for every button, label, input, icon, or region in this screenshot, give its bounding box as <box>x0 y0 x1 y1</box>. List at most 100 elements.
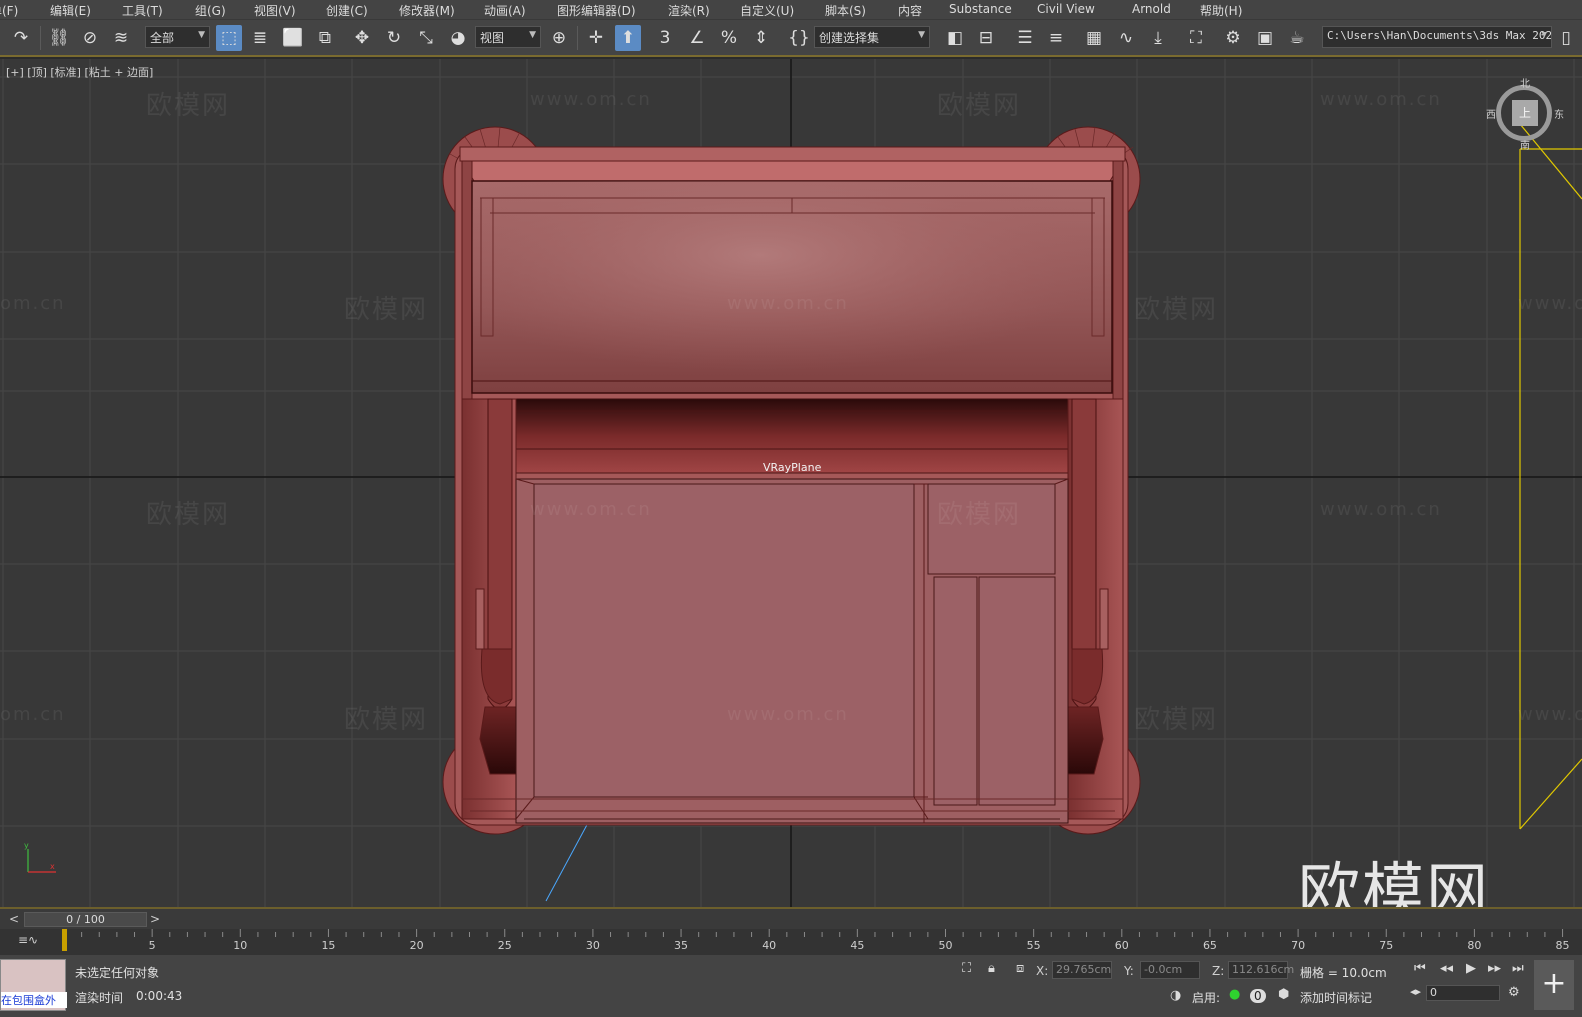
keyboard-shortcut-override-icon[interactable]: ⬆ <box>615 25 641 51</box>
selection-lock-icon[interactable]: 🔒︎ <box>988 961 995 976</box>
render-time-value: 0:00:43 <box>136 989 183 1003</box>
adaptive-degradation-icon[interactable]: ◑ <box>1170 988 1181 1003</box>
selection-filter-dropdown[interactable]: 全部 ▼ <box>145 26 210 48</box>
absolute-offset-icon[interactable]: ⧈ <box>1016 961 1024 976</box>
menu-help[interactable]: 帮助(H) <box>1200 2 1242 19</box>
watermark: 欧模网 <box>1134 705 1219 735</box>
select-object-icon[interactable]: ⬚ <box>216 25 242 51</box>
current-frame-field[interactable]: 0 <box>1426 985 1500 1001</box>
chevron-down-icon: ▼ <box>918 30 925 40</box>
project-path-dropdown[interactable]: C:\Users\Han\Documents\3ds Max 2022 ▼ <box>1322 26 1552 48</box>
align-icon[interactable]: ⊟ <box>973 25 999 51</box>
menu-arnold[interactable]: Arnold <box>1132 2 1171 16</box>
viewcube-face-top[interactable]: 上 <box>1512 100 1538 126</box>
isolate-selection-icon[interactable]: ⛶ <box>962 961 971 976</box>
track-bar[interactable]: ≡∿ 0510152025303540455055606570758085 <box>0 929 1582 955</box>
menu-customize[interactable]: 自定义(U) <box>740 2 794 19</box>
rect-selection-region-icon[interactable]: ⬜ <box>280 25 306 51</box>
previous-frame-icon[interactable]: ◂◂ <box>1440 961 1453 976</box>
z-coord-label: Z: <box>1212 964 1225 978</box>
timeline-tick-label: 70 <box>1291 939 1305 952</box>
mirror-icon[interactable]: ◧ <box>942 25 968 51</box>
named-selection-dropdown[interactable]: 创建选择集 ▼ <box>814 26 930 48</box>
next-frame-icon[interactable]: ▸▸ <box>1488 961 1501 976</box>
unlink-icon[interactable]: ⊘ <box>77 25 103 51</box>
named-selection-value: 创建选择集 <box>819 31 880 45</box>
menu-tools[interactable]: 工具(T) <box>122 2 163 19</box>
menu-substance[interactable]: Substance <box>949 2 1012 16</box>
layer-explorer-icon[interactable]: ☰ <box>1012 25 1038 51</box>
link-icon[interactable]: ⛓ <box>46 25 72 51</box>
window-crossing-icon[interactable]: ⧉ <box>312 25 338 51</box>
main-toolbar: ↷ ⛓ ⊘ ≋ 全部 ▼ ⬚ ≣ ⬜ ⧉ ✥ ↻ ⤡ ◕ 视图 ▼ ⊕ ✛ ⬆ 3 … <box>0 20 1582 57</box>
watermark: www.om.cn <box>727 704 849 725</box>
maxscript-listener-thumb[interactable]: 在包围盒外 <box>0 959 67 1011</box>
rendered-frame-window-icon[interactable]: ▣ <box>1252 25 1278 51</box>
mini-curve-editor-icon[interactable]: ≡∿ <box>18 933 38 947</box>
compass-east: 东 <box>1554 110 1564 121</box>
add-button[interactable]: + <box>1534 960 1574 1010</box>
set-project-folder-icon[interactable]: ▯ <box>1556 25 1576 51</box>
viewport-top[interactable]: y x [+] [顶] [标准] [粘土 + 边面] 欧模网 www.om.cn… <box>0 59 1582 907</box>
percent-snap-icon[interactable]: % <box>716 25 742 51</box>
angle-snap-icon[interactable]: ∠ <box>684 25 710 51</box>
move-icon[interactable]: ✥ <box>349 25 375 51</box>
select-manipulate-icon[interactable]: ✛ <box>583 25 609 51</box>
snaps-toggle-icon[interactable]: 3 <box>652 25 678 51</box>
menu-rendering[interactable]: 渲染(R) <box>668 2 710 19</box>
spinner-snap-icon[interactable]: ⇕ <box>748 25 774 51</box>
watermark: www.om.cn <box>1320 499 1442 520</box>
select-by-name-icon[interactable]: ≣ <box>247 25 273 51</box>
curve-editor-icon[interactable]: ∿ <box>1113 25 1139 51</box>
rotate-icon[interactable]: ↻ <box>381 25 407 51</box>
time-prev-button[interactable]: < <box>7 912 21 927</box>
menu-create[interactable]: 创建(C) <box>326 2 368 19</box>
menu-bar: 菜单(F) 编辑(E) 工具(T) 组(G) 视图(V) 创建(C) 修改器(M… <box>0 0 1582 20</box>
menu-edit[interactable]: 编辑(E) <box>50 2 91 19</box>
menu-content[interactable]: 内容 <box>898 2 922 19</box>
goto-end-icon[interactable]: ⏭ <box>1512 961 1524 976</box>
add-time-tag-button[interactable]: 添加时间标记 <box>1300 989 1372 1006</box>
play-icon[interactable]: ▶ <box>1466 961 1476 976</box>
timeline-tick-label: 85 <box>1556 939 1570 952</box>
goto-start-icon[interactable]: ⏮ <box>1414 961 1426 976</box>
time-configuration-icon[interactable]: ⚙ <box>1508 985 1520 1000</box>
time-tag-icon[interactable]: ⬢ <box>1278 987 1289 1002</box>
schematic-view-icon[interactable]: ⛶ <box>1183 25 1209 51</box>
place-icon[interactable]: ◕ <box>445 25 471 51</box>
viewcube[interactable]: 上 北 南 西 东 <box>1486 77 1564 152</box>
watermark: 欧模网 <box>937 500 1022 530</box>
menu-file[interactable]: 菜单(F) <box>0 2 18 19</box>
menu-graph-editors[interactable]: 图形编辑器(D) <box>557 2 636 19</box>
time-next-button[interactable]: > <box>148 912 162 927</box>
z-coord-field[interactable]: 112.616cm <box>1228 961 1294 979</box>
timeline-tick-label: 20 <box>410 939 424 952</box>
timeline-tick-label: 75 <box>1379 939 1393 952</box>
reference-coordinate-dropdown[interactable]: 视图 ▼ <box>475 26 541 48</box>
menu-modifiers[interactable]: 修改器(M) <box>399 2 455 19</box>
key-mode-icon[interactable]: ◂▸ <box>1410 985 1421 998</box>
toggle-ribbon-icon[interactable]: ≡ <box>1043 25 1069 51</box>
scale-icon[interactable]: ⤡ <box>413 25 439 51</box>
selection-status: 未选定任何对象 <box>75 966 160 980</box>
menu-group[interactable]: 组(G) <box>195 2 226 19</box>
menu-civil-view[interactable]: Civil View <box>1037 2 1095 16</box>
x-coord-field[interactable]: 29.765cm <box>1052 961 1112 979</box>
edit-named-selection-icon[interactable]: {} <box>786 25 812 51</box>
pivot-center-icon[interactable]: ⊕ <box>546 25 572 51</box>
dope-sheet-icon[interactable]: ⤓ <box>1145 25 1171 51</box>
menu-views[interactable]: 视图(V) <box>254 2 296 19</box>
time-slider[interactable]: 0 / 100 <box>24 912 147 927</box>
viewport-label[interactable]: [+] [顶] [标准] [粘土 + 边面] <box>6 64 153 80</box>
scene-explorer-icon[interactable]: ▦ <box>1081 25 1107 51</box>
timeline-tick-label: 35 <box>674 939 688 952</box>
menu-scripting[interactable]: 脚本(S) <box>825 2 866 19</box>
menu-animation[interactable]: 动画(A) <box>484 2 526 19</box>
render-production-icon[interactable]: ☕ <box>1284 25 1310 51</box>
compass-south: 南 <box>1520 141 1530 152</box>
render-setup-icon[interactable]: ⚙ <box>1220 25 1246 51</box>
redo-icon[interactable]: ↷ <box>8 25 34 51</box>
timeline-ruler[interactable]: 0510152025303540455055606570758085 <box>62 929 1572 955</box>
y-coord-field[interactable]: -0.0cm <box>1140 961 1200 979</box>
bind-space-warp-icon[interactable]: ≋ <box>108 25 134 51</box>
